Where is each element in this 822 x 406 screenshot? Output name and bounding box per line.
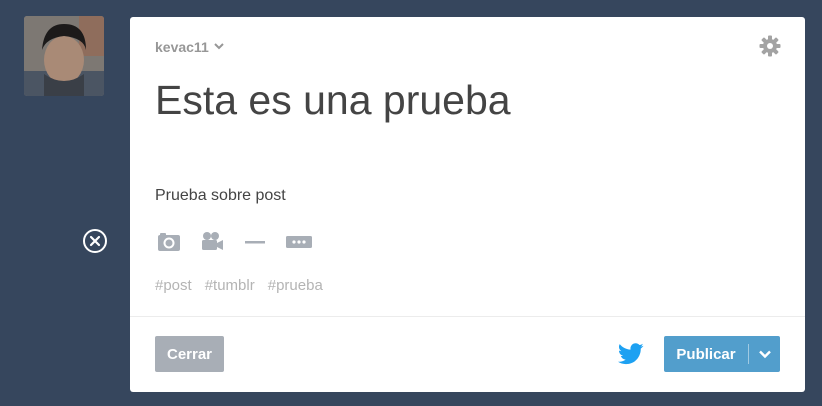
publish-label: Publicar xyxy=(676,345,736,363)
gear-icon[interactable] xyxy=(759,35,781,57)
video-camera-icon[interactable] xyxy=(200,230,224,254)
tag[interactable]: #tumblr xyxy=(205,277,255,294)
close-button[interactable]: Cerrar xyxy=(155,336,224,372)
twitter-icon[interactable] xyxy=(617,343,644,365)
read-more-icon[interactable] xyxy=(286,230,312,254)
footer-divider xyxy=(130,316,805,317)
publish-button[interactable]: Publicar xyxy=(664,336,780,372)
horizontal-rule-icon[interactable] xyxy=(244,230,266,254)
chevron-down-icon xyxy=(213,39,225,55)
post-editor-card: kevac11 Esta es una prueba Prueba sobre xyxy=(130,17,805,392)
tag[interactable]: #post xyxy=(155,277,192,294)
camera-icon[interactable] xyxy=(157,230,181,254)
post-title[interactable]: Esta es una prueba xyxy=(155,75,775,125)
tag[interactable]: #prueba xyxy=(268,277,323,294)
tags-field[interactable]: #post #tumblr #prueba xyxy=(155,277,323,294)
avatar[interactable] xyxy=(24,16,104,96)
blog-selector[interactable]: kevac11 xyxy=(155,39,225,55)
post-body[interactable]: Prueba sobre post xyxy=(155,186,775,206)
blog-name-label: kevac11 xyxy=(155,39,209,55)
chevron-down-icon[interactable] xyxy=(749,336,780,372)
close-post-icon[interactable] xyxy=(82,228,108,254)
